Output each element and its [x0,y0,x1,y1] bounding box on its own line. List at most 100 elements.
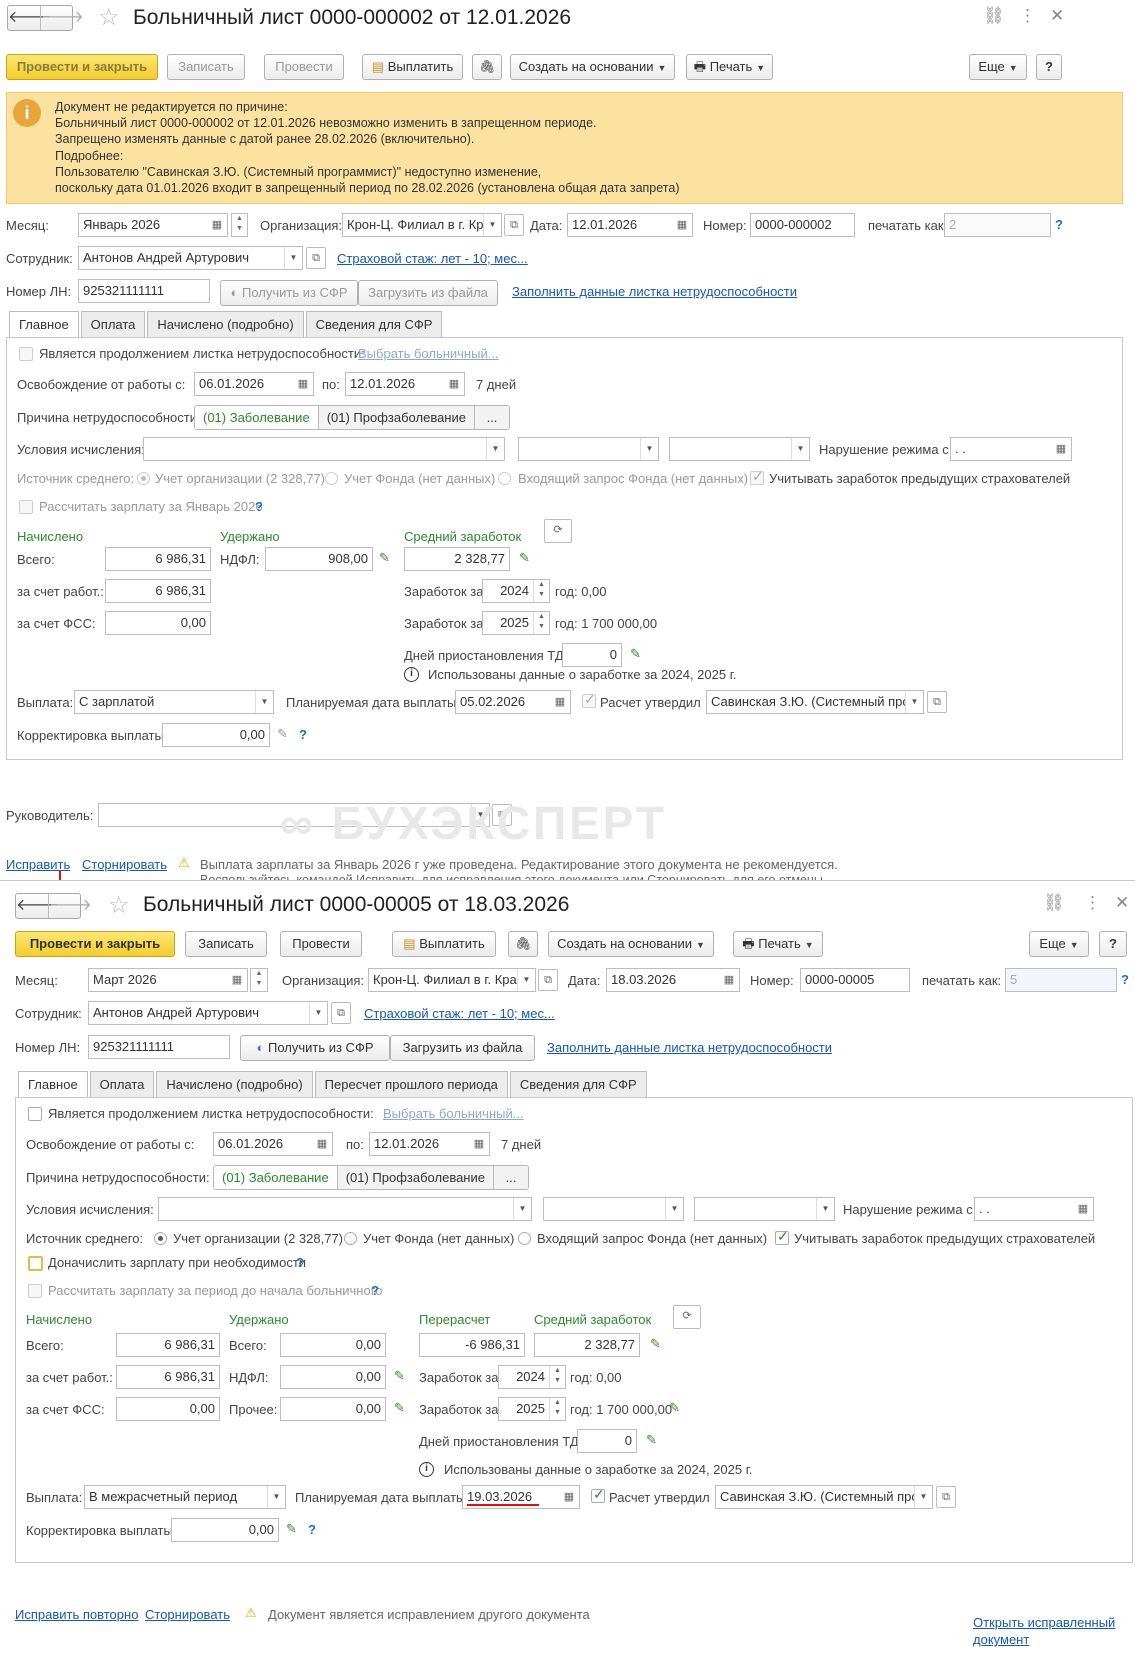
pay-button[interactable]: ▤ Выплатить [392,931,496,957]
more-vert-icon[interactable]: ⋮ [1084,893,1101,913]
calc-salary-checkbox[interactable] [28,1284,42,1298]
add-salary-checkbox[interactable] [28,1256,43,1271]
insurance-link[interactable]: Страховой стаж: лет - 10; мес... [364,1006,555,1021]
conditions-field-2[interactable]: ▼ [543,1197,684,1221]
reverse-link[interactable]: Сторнировать [82,857,167,872]
chevron-down-icon[interactable]: ▼ [905,691,923,713]
fss-field[interactable]: 0,00 [116,1397,220,1421]
print-as-field[interactable]: 5 [1005,968,1117,992]
conditions-field-3[interactable]: ▼ [694,1197,835,1221]
pencil-icon[interactable]: ✎ [669,1400,680,1416]
employee-field[interactable]: Антонов Андрей Артурович ▼ [78,246,303,270]
help-button[interactable]: ? [1099,931,1127,957]
date-field[interactable]: 18.03.2026 ▦ [606,968,740,992]
src-request-radio[interactable] [498,472,511,485]
pay-button[interactable]: ▤ Выплатить [362,54,463,80]
print-button[interactable]: 🖶 Печать ▼ [686,54,773,80]
favorite-star-icon[interactable]: ☆ [98,3,120,32]
refresh-icon[interactable]: ⟳ [544,519,572,543]
src-fund-radio[interactable] [325,472,338,485]
year1-field[interactable]: 2024 ▲ ▼ [498,1365,566,1389]
open-approver-icon[interactable]: ⧉ [936,1486,956,1508]
employer-field[interactable]: 6 986,31 [116,1365,220,1389]
pencil-icon[interactable]: ✎ [630,646,641,662]
calendar-icon[interactable]: ▦ [293,373,313,395]
link-icon[interactable]: ⛓ [1043,893,1065,913]
fix-again-link[interactable]: Исправить повторно [15,1607,138,1622]
chevron-down-icon[interactable]: ▼ [517,969,535,991]
payout-field[interactable]: С зарплатой ▼ [74,690,274,714]
open-org-icon[interactable]: ⧉ [538,969,558,991]
chevron-down-icon[interactable]: ▼ [791,438,809,460]
attach-button[interactable]: 🖇 [508,931,538,957]
forward-arrow-icon[interactable]: 🡒 [48,894,92,918]
month-field[interactable]: Март 2026 ▦ [88,968,248,992]
calendar-icon[interactable]: ▦ [469,1133,489,1155]
calendar-icon[interactable]: ▦ [550,691,570,713]
suspend-field[interactable]: 0 [562,643,622,667]
open-org-icon[interactable]: ⧉ [504,214,524,236]
help-question-icon[interactable]: ? [371,1283,379,1298]
reason-illness-option[interactable]: (01) Заболевание [195,406,319,429]
tab-main[interactable]: Главное [9,311,79,338]
ndfl-field[interactable]: 908,00 [265,547,373,571]
stepper-icon[interactable]: ▲ ▼ [533,580,549,602]
pencil-icon[interactable]: ✎ [286,1521,297,1537]
ln-field[interactable]: 925321111111 [88,1035,230,1059]
help-question-icon[interactable]: ? [255,499,263,514]
other-field[interactable]: 0,00 [280,1397,386,1421]
continuation-checkbox[interactable] [19,347,33,361]
avg-field[interactable]: 2 328,77 [404,547,510,571]
more-vert-icon[interactable]: ⋮ [1019,6,1036,26]
approver-field[interactable]: Савинская З.Ю. (Системный прогр ▼ [706,690,924,714]
avg-field[interactable]: 2 328,77 [534,1333,640,1357]
pencil-icon[interactable]: ✎ [519,550,530,566]
tab-sfr-info[interactable]: Сведения для СФР [509,1071,647,1097]
employer-field[interactable]: 6 986,31 [105,579,211,603]
open-fixed-link-line2[interactable]: документ [973,1632,1029,1647]
save-button[interactable]: Записать [185,931,267,957]
continuation-checkbox[interactable] [28,1107,42,1121]
tab-sfr-info[interactable]: Сведения для СФР [305,311,443,337]
src-org-radio[interactable] [154,1232,167,1245]
pencil-icon[interactable]: ✎ [650,1336,661,1352]
month-stepper[interactable]: ▲ ▼ [231,213,248,237]
insurance-link[interactable]: Страховой стаж: лет - 10; мес... [337,251,528,266]
help-question-icon[interactable]: ? [1121,972,1129,987]
year2-field[interactable]: 2025 ▲ ▼ [498,1397,566,1421]
stepper-icon[interactable]: ▲ ▼ [232,214,247,236]
open-employee-icon[interactable]: ⧉ [306,247,326,269]
calendar-icon[interactable]: ▦ [1051,438,1071,460]
reason-illness-option[interactable]: (01) Заболевание [214,1166,338,1189]
pencil-icon[interactable]: ✎ [379,550,390,566]
choose-sick-link[interactable]: Выбрать больничный... [358,346,499,361]
fill-data-link[interactable]: Заполнить данные листка нетрудоспособнос… [547,1040,832,1055]
print-as-field[interactable]: 2 [944,213,1051,237]
create-based-button[interactable]: Создать на основании ▼ [510,54,675,80]
violation-date-field[interactable]: . . ▦ [974,1197,1094,1221]
pencil-icon[interactable]: ✎ [394,1368,405,1384]
month-field[interactable]: Январь 2026 ▦ [78,213,228,237]
conditions-field-1[interactable]: ▼ [158,1197,532,1221]
open-employee-icon[interactable]: ⧉ [331,1002,351,1024]
tab-payment[interactable]: Оплата [89,1071,155,1097]
year1-field[interactable]: 2024 ▲ ▼ [482,579,550,603]
recalc-field[interactable]: -6 986,31 [419,1333,525,1357]
tab-recalc-past[interactable]: Пересчет прошлого периода [314,1071,508,1097]
chevron-down-icon[interactable]: ▼ [640,438,658,460]
reason-more-button[interactable]: ... [474,406,509,429]
get-sfr-button[interactable]: ◐ Получить из СФР [240,1035,390,1061]
calendar-icon[interactable]: ▦ [672,214,692,236]
stepper-icon[interactable]: ▲ ▼ [533,612,549,634]
correction-field[interactable]: 0,00 [171,1518,279,1542]
open-approver-icon[interactable]: ⧉ [927,691,947,713]
help-question-icon[interactable]: ? [296,1255,304,1270]
ndfl-field[interactable]: 0,00 [280,1365,386,1389]
src-request-radio[interactable] [518,1232,531,1245]
src-org-radio[interactable] [137,472,150,485]
calendar-icon[interactable]: ▦ [1073,1198,1093,1220]
violation-date-field[interactable]: . . ▦ [950,437,1072,461]
refresh-icon[interactable]: ⟳ [673,1305,701,1329]
month-stepper[interactable]: ▲ ▼ [250,968,268,992]
reverse-link[interactable]: Сторнировать [145,1607,230,1622]
